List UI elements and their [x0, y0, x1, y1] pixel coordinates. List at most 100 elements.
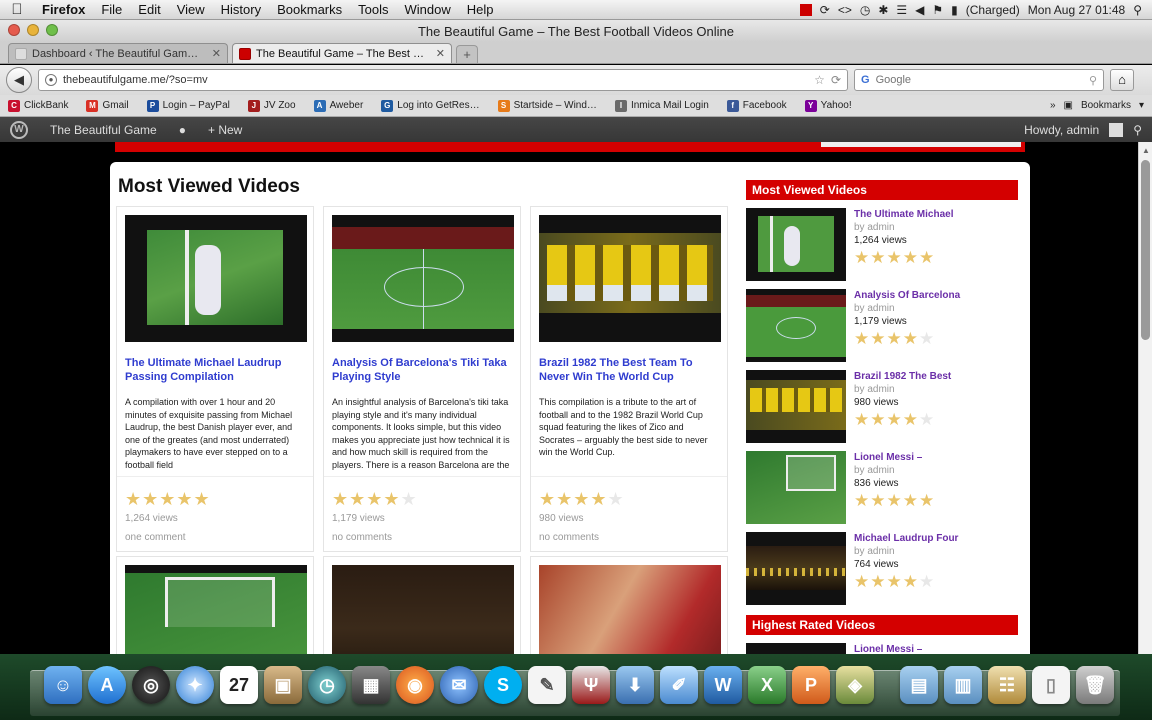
- close-tab-icon[interactable]: ✕: [212, 47, 221, 60]
- sidebar-video-thumbnail[interactable]: [746, 208, 846, 281]
- search-icon[interactable]: ⚲: [1089, 74, 1097, 87]
- textedit-icon[interactable]: ✎: [528, 666, 566, 704]
- scroll-up-icon[interactable]: ▲: [1142, 146, 1150, 155]
- menu-history[interactable]: History: [213, 2, 269, 17]
- finder-icon[interactable]: ☺: [44, 666, 82, 704]
- bookmark-getresponse[interactable]: G Log into GetRes…: [381, 99, 480, 112]
- sidebar-video-thumbnail[interactable]: [746, 643, 846, 654]
- video-title-link[interactable]: The Ultimate Michael Laudrup Passing Com…: [125, 356, 305, 386]
- spotlight-icon[interactable]: ⚲: [1133, 3, 1142, 17]
- video-thumbnail[interactable]: [332, 215, 514, 342]
- menu-app-name[interactable]: Firefox: [34, 2, 93, 17]
- new-tab-button[interactable]: +: [456, 45, 478, 63]
- sidebar-video-title-link[interactable]: Analysis Of Barcelona: [854, 289, 960, 302]
- sync-icon[interactable]: ⟳: [820, 3, 830, 17]
- code-icon[interactable]: <>: [838, 3, 852, 17]
- video-comments-link[interactable]: no comments: [539, 532, 719, 543]
- sidebar-video-title-link[interactable]: Lionel Messi –: [854, 643, 922, 654]
- url-text[interactable]: thebeautifulgame.me/?so=mv: [63, 74, 808, 86]
- preview-icon[interactable]: ◈: [836, 666, 874, 704]
- star-rating[interactable]: ★★★★★: [854, 490, 935, 512]
- admin-search-icon[interactable]: ⚲: [1133, 123, 1142, 137]
- apple-menu-icon[interactable]: : [0, 1, 34, 18]
- file-icon[interactable]: ▯: [1032, 666, 1070, 704]
- clock-icon[interactable]: ◷: [860, 3, 870, 17]
- minimize-window-icon[interactable]: [27, 24, 39, 36]
- avatar[interactable]: [1109, 122, 1124, 137]
- howdy-label[interactable]: Howdy, admin: [1024, 123, 1099, 137]
- video-thumbnail[interactable]: [332, 565, 514, 654]
- admin-account[interactable]: Howdy, admin ⚲: [1024, 122, 1142, 137]
- video-thumbnail[interactable]: [125, 215, 307, 342]
- skype-icon[interactable]: S: [484, 666, 522, 704]
- star-rating[interactable]: ★★★★★: [854, 409, 951, 431]
- url-bar[interactable]: ● thebeautifulgame.me/?so=mv ☆ ⟳: [38, 69, 848, 91]
- trash-icon[interactable]: 🗑: [1076, 666, 1114, 704]
- bookmark-gmail[interactable]: M Gmail: [86, 99, 129, 112]
- menu-window[interactable]: Window: [397, 2, 459, 17]
- safari-icon[interactable]: ✦: [176, 666, 214, 704]
- downloads-icon[interactable]: ⬇: [616, 666, 654, 704]
- menu-bookmarks[interactable]: Bookmarks: [269, 2, 350, 17]
- thunderbird-icon[interactable]: ✉: [440, 666, 478, 704]
- dashboard-icon[interactable]: ◎: [132, 666, 170, 704]
- sidebar-video-thumbnail[interactable]: [746, 532, 846, 605]
- excel-icon[interactable]: X: [748, 666, 786, 704]
- bookmark-facebook[interactable]: f Facebook: [726, 99, 787, 112]
- applications-folder-icon[interactable]: ▤: [900, 666, 938, 704]
- menubar-clock[interactable]: Mon Aug 27 01:48: [1028, 3, 1125, 17]
- video-comments-link[interactable]: no comments: [332, 532, 512, 543]
- sidebar-video-thumbnail[interactable]: [746, 451, 846, 524]
- sidebar-video-thumbnail[interactable]: [746, 289, 846, 362]
- app-store-icon[interactable]: A: [88, 666, 126, 704]
- close-tab-icon[interactable]: ✕: [436, 47, 445, 60]
- bookmark-clickbank[interactable]: C ClickBank: [8, 99, 68, 112]
- bookmark-aweber[interactable]: A Aweber: [313, 99, 363, 112]
- google-icon[interactable]: G: [861, 74, 870, 86]
- tab-dashboard[interactable]: Dashboard ‹ The Beautiful Gam… ✕: [8, 43, 228, 63]
- sidebar-video-title-link[interactable]: Michael Laudrup Four: [854, 532, 958, 545]
- wifi-icon[interactable]: ☰: [896, 3, 907, 17]
- home-button[interactable]: ⌂: [1110, 69, 1134, 91]
- page-scrollbar[interactable]: ▲: [1138, 142, 1152, 654]
- volume-icon[interactable]: ◀: [915, 3, 924, 17]
- comments-icon[interactable]: ●: [179, 123, 186, 137]
- video-thumbnail[interactable]: [539, 215, 721, 342]
- menu-view[interactable]: View: [169, 2, 213, 17]
- menu-tools[interactable]: Tools: [350, 2, 396, 17]
- sidebar-video-title-link[interactable]: Lionel Messi –: [854, 451, 935, 464]
- contacts-icon[interactable]: ☷: [988, 666, 1026, 704]
- firefox-icon[interactable]: ◉: [396, 666, 434, 704]
- search-bar[interactable]: G ⚲: [854, 69, 1104, 91]
- filezilla-icon[interactable]: Ψ: [572, 666, 610, 704]
- editor-icon[interactable]: ✐: [660, 666, 698, 704]
- menu-file[interactable]: File: [93, 2, 130, 17]
- star-rating[interactable]: ★★★★★: [854, 328, 960, 350]
- time-machine-icon[interactable]: ◷: [308, 666, 346, 704]
- tab-beautiful-game[interactable]: The Beautiful Game – The Best … ✕: [232, 43, 452, 63]
- bookmark-startside[interactable]: S Startside – Wind…: [497, 99, 597, 112]
- photos-icon[interactable]: ▣: [264, 666, 302, 704]
- zoom-window-icon[interactable]: [46, 24, 58, 36]
- documents-folder-icon[interactable]: ▥: [944, 666, 982, 704]
- video-title-link[interactable]: Analysis Of Barcelona's Tiki Taka Playin…: [332, 356, 512, 386]
- wordpress-logo-icon[interactable]: W: [10, 120, 28, 139]
- close-window-icon[interactable]: [8, 24, 20, 36]
- screenshot-icon[interactable]: ▦: [352, 666, 390, 704]
- calendar-icon[interactable]: 27: [220, 666, 258, 704]
- video-comments-link[interactable]: one comment: [125, 532, 305, 543]
- video-thumbnail[interactable]: [539, 565, 721, 654]
- scrollbar-thumb[interactable]: [1141, 160, 1150, 340]
- back-button[interactable]: ◀: [6, 67, 32, 93]
- bookmark-paypal[interactable]: P Login – PayPal: [146, 99, 230, 112]
- bookmark-inmica[interactable]: I Inmica Mail Login: [614, 99, 709, 112]
- admin-site-name[interactable]: The Beautiful Game: [50, 123, 157, 137]
- battery-icon[interactable]: ▮: [951, 3, 958, 17]
- star-rating[interactable]: ★★★★★: [332, 489, 512, 509]
- video-thumbnail[interactable]: [125, 565, 307, 654]
- bookmarks-menu[interactable]: » ▣ Bookmarks ▾: [1050, 100, 1144, 111]
- reload-icon[interactable]: ⟳: [831, 73, 841, 87]
- record-icon[interactable]: [799, 3, 812, 16]
- search-input[interactable]: [875, 74, 1083, 86]
- bluetooth-icon[interactable]: ✱: [878, 3, 888, 17]
